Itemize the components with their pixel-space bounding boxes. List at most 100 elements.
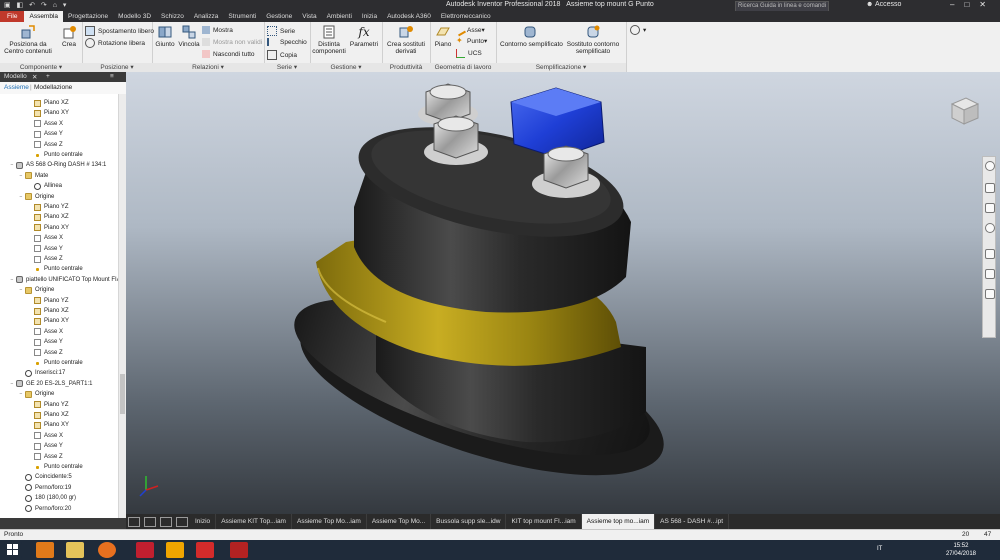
graphics-viewport[interactable] bbox=[126, 72, 1000, 514]
show-invalid-button[interactable]: Mostra non validi bbox=[202, 38, 262, 46]
tree-node[interactable]: Piano XY bbox=[27, 108, 69, 118]
ucs-button[interactable]: UCS bbox=[456, 49, 482, 58]
tree-node[interactable]: Punto centrale bbox=[27, 150, 83, 160]
tree-node[interactable]: Asse Z bbox=[27, 140, 63, 150]
tab-autodesk-a360[interactable]: Autodesk A360 bbox=[382, 11, 436, 22]
tree-node[interactable]: Piano YZ bbox=[27, 202, 69, 212]
tree-node[interactable]: − piattello UNIFICATO Top Mount FIAT G bbox=[9, 275, 118, 285]
pdf-viewer-icon[interactable] bbox=[230, 542, 248, 558]
pan-icon[interactable] bbox=[985, 183, 995, 193]
quick-access-toolbar[interactable]: ▣ ◧ ↶ ↷ ⌂ ▾ bbox=[4, 1, 68, 9]
tree-node[interactable]: Allinea bbox=[27, 181, 62, 191]
sign-in-button[interactable]: ☻ Accesso bbox=[866, 1, 901, 8]
tree-node[interactable]: − Origine bbox=[18, 192, 54, 202]
tab-ambienti[interactable]: Ambienti bbox=[322, 11, 357, 22]
document-tab[interactable]: KIT top mount FI...iam bbox=[506, 514, 582, 529]
tree-node[interactable]: Piano YZ bbox=[27, 400, 69, 410]
simplified-shrinkwrap-button[interactable]: Contorno semplificato bbox=[500, 25, 563, 48]
tree-node[interactable]: − AS 568 O-Ring DASH # 134:1 bbox=[9, 160, 106, 170]
tree-node[interactable]: Asse X bbox=[27, 233, 63, 243]
ribbon-options-button[interactable]: ▾ bbox=[630, 25, 646, 35]
orbit-icon[interactable] bbox=[985, 223, 995, 233]
tree-node[interactable]: Piano YZ bbox=[27, 296, 69, 306]
mode-assieme[interactable]: Assieme bbox=[4, 84, 29, 91]
tree-node[interactable]: Punto centrale bbox=[27, 358, 83, 368]
tab-vista[interactable]: Vista bbox=[297, 11, 321, 22]
tree-node[interactable]: Perno/foro:19 bbox=[18, 483, 71, 493]
expand-toggle[interactable]: − bbox=[18, 192, 24, 202]
create-substitutes-button[interactable]: Crea sostituti derivati bbox=[384, 25, 428, 55]
tree-node[interactable]: Asse Z bbox=[27, 348, 63, 358]
tree-node[interactable]: Asse X bbox=[27, 119, 63, 129]
tree-node[interactable]: − GE 20 ES-2LS_PART1:1 bbox=[9, 379, 92, 389]
app-7-icon[interactable] bbox=[136, 542, 154, 558]
tree-node[interactable]: Piano XZ bbox=[27, 306, 69, 316]
tab-gestione[interactable]: Gestione bbox=[261, 11, 297, 22]
tree-node[interactable]: Inserisci:17 bbox=[18, 368, 65, 378]
tab-file[interactable]: File bbox=[0, 11, 25, 22]
tab-modello-3d[interactable]: Modello 3D bbox=[113, 11, 156, 22]
input-language[interactable]: IT bbox=[877, 546, 882, 552]
shrinkwrap-substitute-button[interactable]: Sostituto contorno semplificato bbox=[562, 25, 624, 55]
expand-toggle[interactable]: − bbox=[18, 285, 24, 295]
tree-node[interactable]: Perno/foro:20 bbox=[18, 504, 71, 514]
tree-node[interactable]: Asse Z bbox=[27, 254, 63, 264]
document-tab[interactable]: AS 568 - DASH #...ipt bbox=[655, 514, 730, 529]
tree-node[interactable]: − Origine bbox=[18, 389, 54, 399]
tree-node[interactable]: Piano XY bbox=[27, 420, 69, 430]
tree-node[interactable]: Piano XZ bbox=[27, 410, 69, 420]
inventor-icon[interactable] bbox=[166, 542, 184, 558]
hide-all-button[interactable]: Nascondi tutto bbox=[202, 50, 255, 58]
document-tab[interactable]: Assieme KIT Top...iam bbox=[216, 514, 292, 529]
document-tab[interactable]: Assieme top mo...iam bbox=[581, 514, 656, 529]
zoom-all-icon[interactable] bbox=[985, 269, 995, 279]
tree-node[interactable]: 180 (180,00 gr) bbox=[18, 493, 76, 503]
document-tab[interactable]: Bussola supp sle...idw bbox=[431, 514, 507, 529]
assembly-model[interactable] bbox=[126, 72, 1000, 514]
expand-toggle[interactable]: − bbox=[18, 389, 24, 399]
expand-toggle[interactable]: − bbox=[9, 275, 15, 285]
tree-node[interactable]: Asse Y bbox=[27, 337, 63, 347]
axis-button[interactable]: Asse ▾ bbox=[454, 23, 485, 37]
zoom-window-icon[interactable] bbox=[985, 289, 995, 299]
tree-node[interactable]: Coincidente:5 bbox=[18, 472, 72, 482]
tree-node[interactable]: Asse Z bbox=[27, 452, 63, 462]
tree-node[interactable]: Piano XZ bbox=[27, 212, 69, 222]
tree-node[interactable]: Piano XY bbox=[27, 223, 69, 233]
tree-node[interactable]: Piano XY bbox=[27, 316, 69, 326]
mode-modellazione[interactable]: Modellazione bbox=[34, 84, 72, 91]
bom-button[interactable]: Distinta componenti bbox=[312, 25, 346, 55]
tree-node[interactable]: Asse X bbox=[27, 327, 63, 337]
show-button[interactable]: Mostra bbox=[202, 26, 233, 34]
close-icon[interactable]: ✕ bbox=[32, 73, 37, 81]
tree-node[interactable]: Asse Y bbox=[27, 244, 63, 254]
browser-tab-model[interactable]: Modello bbox=[4, 73, 27, 80]
clock[interactable]: 15:52 27/04/2018 bbox=[946, 542, 976, 558]
expand-toggle[interactable]: − bbox=[18, 171, 24, 181]
zoom-icon[interactable] bbox=[985, 203, 995, 213]
outlook-icon[interactable] bbox=[36, 542, 54, 558]
tree-node[interactable]: Asse X bbox=[27, 431, 63, 441]
expand-toggle[interactable]: − bbox=[9, 160, 15, 170]
point-button[interactable]: ✦ Punto ▾ bbox=[456, 37, 487, 46]
tab-schizzo[interactable]: Schizzo bbox=[156, 11, 189, 22]
constrain-button[interactable]: Vincola bbox=[178, 25, 200, 48]
file-explorer-icon[interactable] bbox=[66, 542, 84, 558]
create-button[interactable]: Crea bbox=[58, 25, 80, 48]
viewcube[interactable] bbox=[948, 94, 982, 130]
tree-node[interactable]: Asse Y bbox=[27, 441, 63, 451]
menu-icon[interactable]: ≡ bbox=[110, 73, 114, 80]
tree-node[interactable]: Punto centrale bbox=[27, 264, 83, 274]
tree-node[interactable]: − Origine bbox=[18, 285, 54, 295]
place-from-content-center-button[interactable]: Posiziona da Centro contenuti bbox=[4, 25, 52, 55]
tab-strumenti[interactable]: Strumenti bbox=[223, 11, 261, 22]
arrange-icon[interactable] bbox=[160, 516, 172, 527]
parameters-button[interactable]: fx Parametri bbox=[348, 25, 380, 48]
expand-toggle[interactable]: − bbox=[9, 379, 15, 389]
tile-icon[interactable] bbox=[128, 516, 140, 527]
tab-progettazione[interactable]: Progettazione bbox=[63, 11, 113, 22]
steering-wheel-icon[interactable] bbox=[985, 161, 995, 171]
document-tab[interactable]: Assieme Top Mo...iam bbox=[292, 514, 367, 529]
copy-button[interactable]: Copia bbox=[267, 50, 297, 60]
tab-analizza[interactable]: Analizza bbox=[189, 11, 224, 22]
